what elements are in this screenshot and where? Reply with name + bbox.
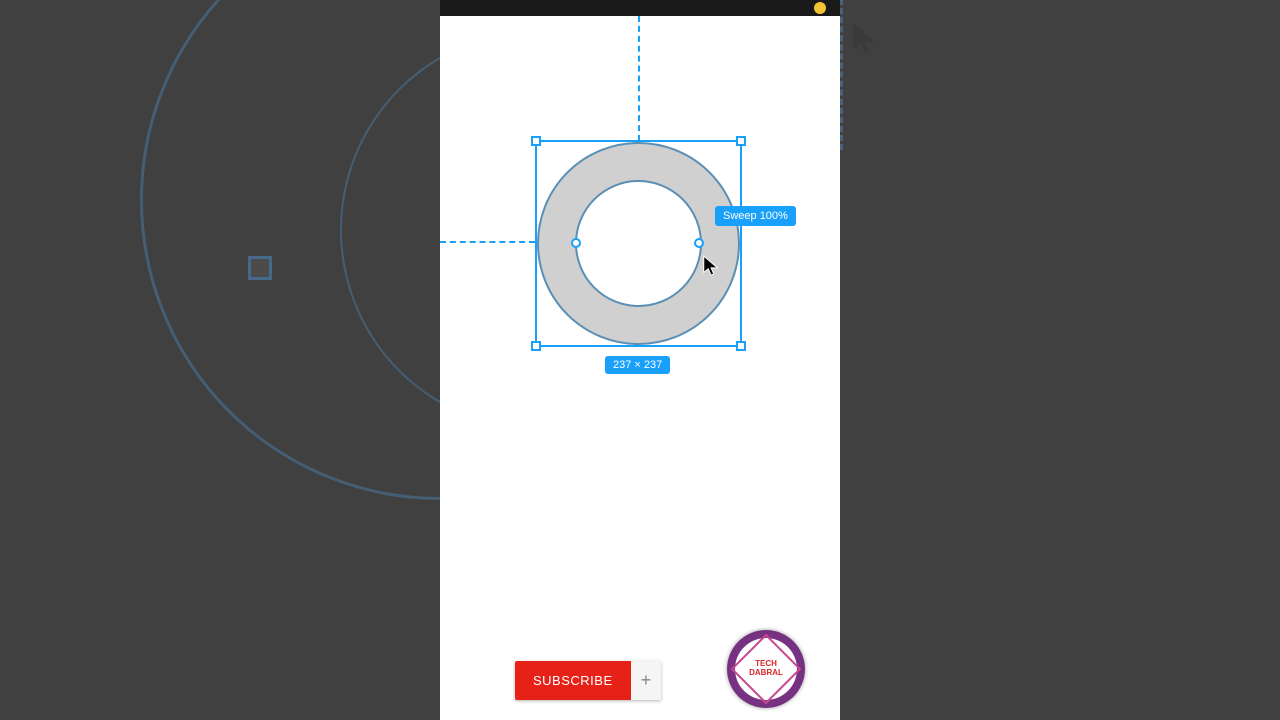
background-left-blur [0,0,440,720]
dimensions-badge: 237 × 237 [605,356,670,374]
selection-bounding-box[interactable] [535,140,742,347]
background-right-blur [840,0,1280,720]
phone-viewport: Sweep 100% 237 × 237 SUBSCRIBE + TECHDAB… [440,0,840,720]
design-canvas[interactable]: Sweep 100% 237 × 237 SUBSCRIBE + TECHDAB… [440,16,840,720]
logo-text: TECHDABRAL [749,660,783,678]
subscribe-plus-button[interactable]: + [631,661,662,700]
alignment-guide-horizontal [440,241,535,243]
resize-handle-bottom-left[interactable] [531,341,541,351]
arc-handle-sweep[interactable] [694,238,704,248]
resize-handle-top-left[interactable] [531,136,541,146]
app-toolbar [440,0,840,16]
channel-logo[interactable]: TECHDABRAL [727,630,805,708]
bg-cursor-shadow [850,20,880,63]
resize-handle-top-right[interactable] [736,136,746,146]
bg-guide-line [840,0,843,150]
alignment-guide-vertical [638,16,640,141]
arc-handle-inner[interactable] [571,238,581,248]
bg-selection-handle [248,256,272,280]
subscribe-bar: SUBSCRIBE + [515,661,661,700]
cursor-icon [702,254,720,283]
logo-inner-circle: TECHDABRAL [735,638,797,700]
subscribe-button[interactable]: SUBSCRIBE [515,661,631,700]
sweep-tooltip: Sweep 100% [715,206,796,226]
toolbar-indicator-icon [814,2,826,14]
resize-handle-bottom-right[interactable] [736,341,746,351]
